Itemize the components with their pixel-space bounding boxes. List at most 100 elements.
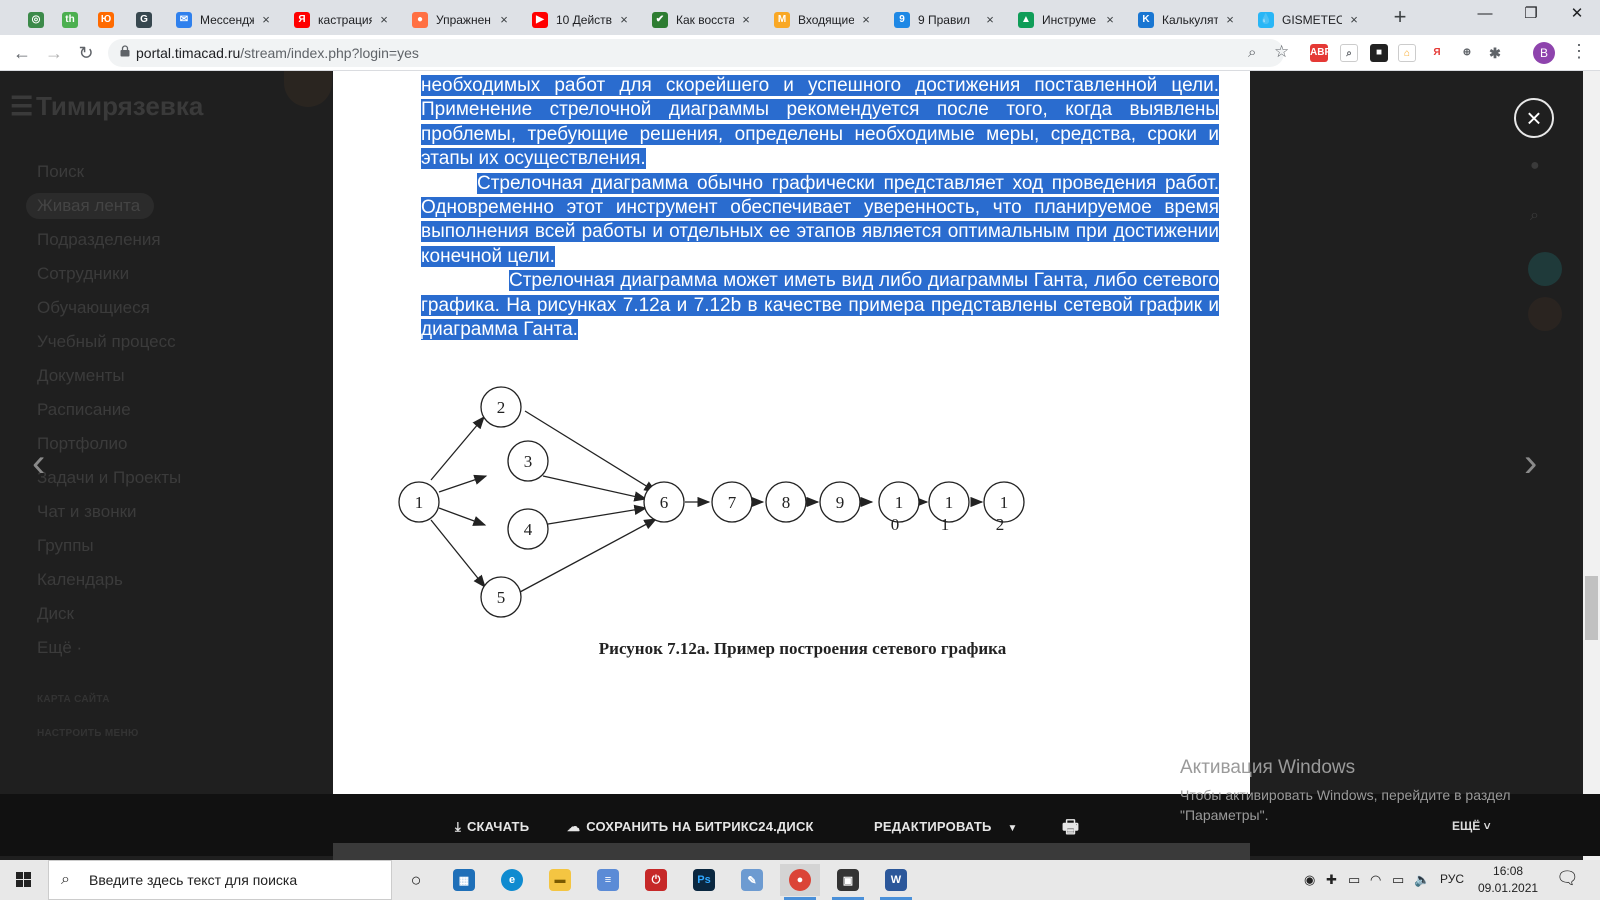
minimize-button[interactable]: —: [1462, 0, 1508, 30]
photoshop-app-icon[interactable]: Ps: [684, 864, 724, 896]
sidebar-item[interactable]: Портфолио: [26, 427, 181, 461]
tab-title: GISMETEO: [1282, 12, 1342, 27]
close-viewer-button[interactable]: ×: [1514, 98, 1554, 138]
browser-tab[interactable]: K Калькулят ×: [1130, 4, 1246, 35]
browser-tab[interactable]: ✉ Мессендж ×: [168, 4, 282, 35]
chevron-down-icon[interactable]: ▼: [1008, 823, 1018, 834]
power-app-icon[interactable]: ⏻: [636, 864, 676, 896]
sidebar-item[interactable]: Учебный процесс: [26, 325, 181, 359]
browser-tab[interactable]: ◎: [20, 4, 50, 35]
globe-extension-icon[interactable]: ⊕: [1458, 44, 1476, 62]
taskbar-clock[interactable]: 16:08 09.01.2021: [1478, 863, 1538, 897]
tab-close-icon[interactable]: ×: [1102, 12, 1118, 27]
tab-close-icon[interactable]: ×: [1222, 12, 1238, 27]
battery-icon[interactable]: ▭: [1392, 872, 1404, 888]
tab-close-icon[interactable]: ×: [616, 12, 632, 27]
print-icon[interactable]: 🖶: [1062, 815, 1079, 845]
browser-tab[interactable]: th: [54, 4, 86, 35]
windows-start-icon[interactable]: [0, 860, 48, 900]
browser-menu-icon[interactable]: ⋮: [1570, 41, 1588, 62]
hamburger-icon[interactable]: ☰: [10, 91, 33, 122]
file-explorer-icon[interactable]: ▬: [540, 864, 580, 896]
page-scrollbar[interactable]: [1583, 71, 1600, 865]
sidebar-item[interactable]: Поиск: [26, 155, 181, 189]
user-avatar[interactable]: [284, 71, 332, 107]
volume-icon[interactable]: 🔈: [1414, 872, 1430, 888]
sidebar-footer-link[interactable]: НАСТРОИТЬ МЕНЮ: [26, 717, 181, 751]
notepad-app-icon[interactable]: ≡: [588, 864, 628, 896]
task-view-icon[interactable]: ○: [396, 864, 436, 896]
next-arrow-icon[interactable]: ›: [1524, 441, 1537, 486]
back-icon[interactable]: ←: [10, 41, 34, 65]
address-bar[interactable]: portal.timacad.ru/stream/index.php?login…: [108, 39, 1284, 67]
home-extension-icon[interactable]: ⌂: [1398, 44, 1416, 62]
browser-tab[interactable]: M Входящие ×: [766, 4, 882, 35]
search-extension-icon[interactable]: ⌕: [1340, 44, 1358, 62]
search-icon[interactable]: ⌕: [1530, 207, 1539, 225]
word-app-icon[interactable]: W: [876, 864, 916, 900]
sidebar-item[interactable]: Подразделения: [26, 223, 181, 257]
adblock-extension-icon[interactable]: ABP: [1310, 44, 1331, 62]
sidebar-item[interactable]: Сотрудники: [26, 257, 181, 291]
language-indicator[interactable]: РУС: [1440, 872, 1464, 886]
taskbar-search-input[interactable]: ⌕ Введите здесь текст для поиска: [48, 860, 392, 900]
security-tray-icon[interactable]: ✚: [1326, 872, 1337, 888]
puzzle-extensions-icon[interactable]: ✱: [1486, 44, 1504, 62]
scrollbar-thumb[interactable]: [1585, 576, 1598, 640]
browser-tab[interactable]: ▲ Инструме ×: [1010, 4, 1126, 35]
browser-tab[interactable]: Якастрация ×: [286, 4, 400, 35]
display-tray-icon[interactable]: ▭: [1348, 872, 1360, 888]
sidebar-item[interactable]: Обучающиеся: [26, 291, 181, 325]
tab-close-icon[interactable]: ×: [496, 12, 512, 27]
tab-close-icon[interactable]: ×: [1346, 12, 1362, 27]
wifi-icon[interactable]: ◠: [1370, 872, 1381, 888]
profile-avatar[interactable]: B: [1533, 42, 1555, 64]
sidebar-item[interactable]: Документы: [26, 359, 181, 393]
paint-app-icon[interactable]: ✎: [732, 864, 772, 896]
previous-arrow-icon[interactable]: ‹: [32, 441, 45, 486]
browser-tab[interactable]: 9 9 Правил ×: [886, 4, 1006, 35]
notifications-icon[interactable]: ●: [1530, 157, 1540, 175]
browser-tab[interactable]: 💧 GISMETEO ×: [1250, 4, 1370, 35]
contact-avatar[interactable]: [1528, 297, 1562, 331]
sidebar-item[interactable]: Диск: [26, 597, 181, 631]
reload-icon[interactable]: ↻: [74, 41, 98, 65]
restore-button[interactable]: ❐: [1508, 0, 1554, 30]
sidebar-footer-link[interactable]: КАРТА САЙТА: [26, 683, 181, 717]
sidebar-item[interactable]: Расписание: [26, 393, 181, 427]
tab-favicon-icon: ✔: [652, 11, 668, 28]
sidebar-item[interactable]: Задачи и Проекты: [26, 461, 181, 495]
browser-tab[interactable]: Ю: [90, 4, 124, 35]
browser-tab[interactable]: G: [128, 4, 164, 35]
chrome-app-icon[interactable]: ●: [780, 864, 820, 900]
media-app-icon[interactable]: ▣: [828, 864, 868, 900]
tab-close-icon[interactable]: ×: [258, 12, 274, 27]
tab-close-icon[interactable]: ×: [858, 12, 874, 27]
zoom-icon[interactable]: ⌕: [1248, 44, 1256, 61]
sidebar-item[interactable]: Чат и звонки: [26, 495, 181, 529]
tab-close-icon[interactable]: ×: [738, 12, 754, 27]
forward-icon[interactable]: →: [42, 41, 66, 65]
contact-avatar[interactable]: [1528, 252, 1562, 286]
save-to-disk-button[interactable]: ☁ СОХРАНИТЬ НА БИТРИКС24.ДИСК: [567, 819, 814, 835]
notifications-center-icon[interactable]: 🗨: [1556, 868, 1579, 889]
close-window-button[interactable]: ✕: [1554, 0, 1600, 30]
new-tab-button[interactable]: +: [1388, 6, 1412, 30]
browser-tab[interactable]: ✔ Как восста ×: [644, 4, 762, 35]
yandex-extension-icon[interactable]: Я: [1428, 44, 1446, 62]
extension-icon[interactable]: ■: [1370, 44, 1388, 62]
sidebar-item[interactable]: Календарь: [26, 563, 181, 597]
chrome-tray-icon[interactable]: ◉: [1304, 872, 1315, 888]
sidebar-item[interactable]: Ещё ·: [26, 631, 181, 665]
calculator-app-icon[interactable]: ▦: [444, 864, 484, 896]
tab-close-icon[interactable]: ×: [376, 12, 392, 27]
sidebar-item[interactable]: Группы: [26, 529, 181, 563]
sidebar-item[interactable]: Живая лента: [26, 193, 154, 219]
browser-tab[interactable]: ● Упражнен ×: [404, 4, 520, 35]
tab-close-icon[interactable]: ×: [982, 12, 998, 27]
edge-app-icon[interactable]: e: [492, 864, 532, 896]
bookmark-star-icon[interactable]: ☆: [1274, 42, 1289, 62]
download-button[interactable]: ⤓ СКАЧАТЬ: [455, 819, 529, 835]
browser-tab[interactable]: ▶ 10 Действ ×: [524, 4, 640, 35]
edit-button[interactable]: РЕДАКТИРОВАТЬ ▼: [874, 819, 1018, 834]
